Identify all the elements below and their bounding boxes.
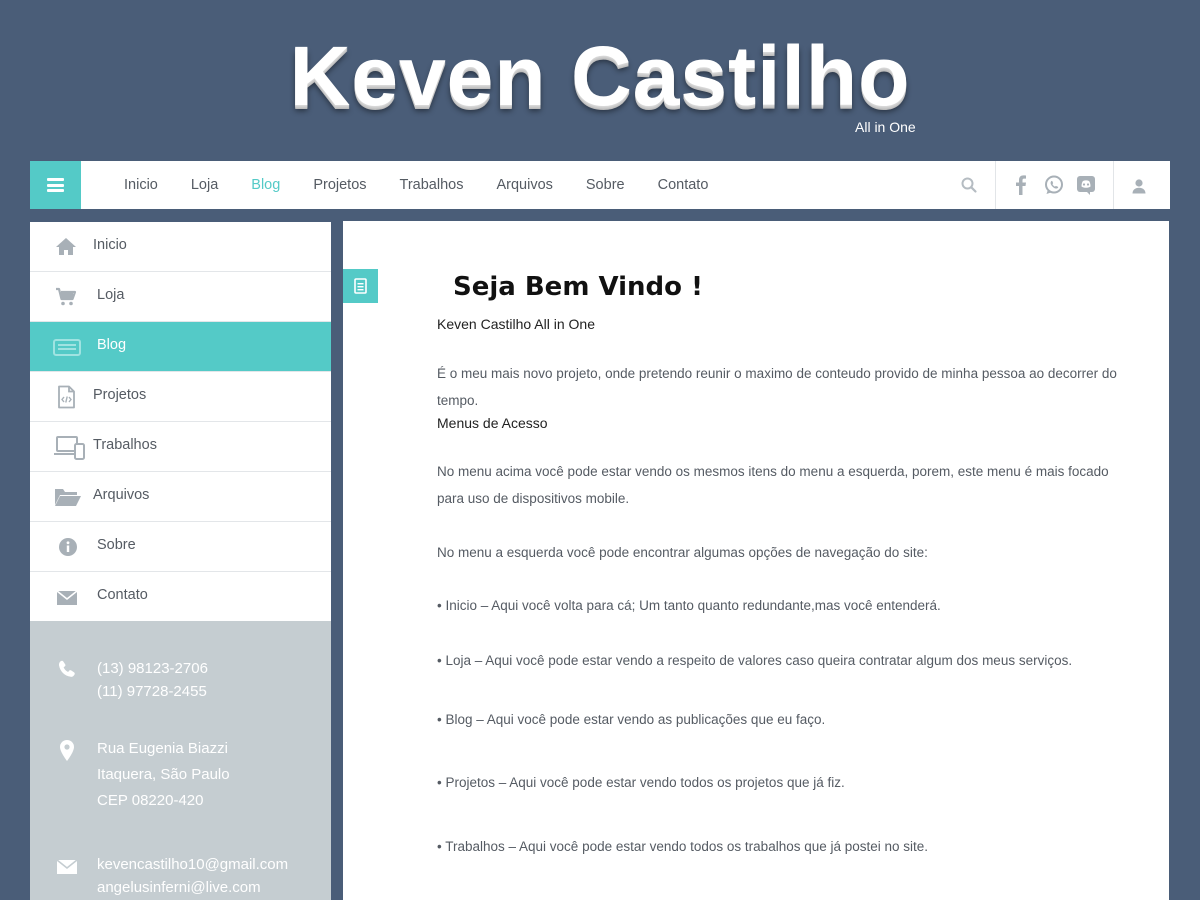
sidebar-contact-info: (13) 98123-2706 (11) 97728-2455 Rua Euge… — [30, 621, 331, 900]
top-nav-link-trabalhos[interactable]: Trabalhos — [400, 177, 464, 193]
document-icon — [354, 278, 367, 294]
search-icon[interactable] — [960, 176, 978, 194]
top-nav-link-loja[interactable]: Loja — [191, 177, 218, 193]
address-street: Rua Eugenia Biazzi — [97, 740, 228, 757]
folder-icon — [54, 485, 82, 509]
top-nav-link-inicio[interactable]: Inicio — [124, 177, 158, 193]
sidebar: Inicio Loja Blog Projetos Trabalhos Arqu… — [30, 222, 331, 900]
phone-number[interactable]: (13) 98123-2706 — [97, 657, 208, 680]
left-menu-text: No menu a esquerda você pode encontrar a… — [437, 545, 928, 560]
mail-icon — [56, 856, 78, 878]
discord-icon[interactable] — [1075, 174, 1097, 196]
address-cep: CEP 08220-420 — [97, 792, 204, 809]
blog-icon — [52, 335, 82, 359]
location-pin-icon — [56, 739, 78, 761]
list-item: • Blog – Aqui você pode estar vendo as p… — [437, 712, 826, 727]
sidebar-item-label: Arquivos — [93, 487, 150, 503]
facebook-icon[interactable] — [1010, 174, 1032, 196]
nav-divider — [1113, 161, 1114, 209]
list-item: • Projetos – Aqui você pode estar vendo … — [437, 775, 845, 790]
sidebar-item-arquivos[interactable]: Arquivos — [30, 472, 331, 522]
main-content: Seja Bem Vindo ! Keven Castilho All in O… — [343, 221, 1169, 900]
post-format-badge — [343, 269, 378, 303]
sidebar-item-contato[interactable]: Contato — [30, 572, 331, 622]
section-heading: Menus de Acesso — [437, 415, 548, 431]
site-title[interactable]: Keven Castilho — [0, 28, 1200, 125]
sidebar-item-sobre[interactable]: Sobre — [30, 522, 331, 572]
whatsapp-icon[interactable] — [1043, 174, 1065, 196]
list-item: • Trabalhos – Aqui você pode estar vendo… — [437, 839, 929, 854]
site-header: Keven Castilho All in One — [0, 0, 1200, 150]
sidebar-item-label: Inicio — [93, 237, 127, 253]
top-navigation: Inicio Loja Blog Projetos Trabalhos Arqu… — [30, 161, 1170, 209]
top-nav-link-projetos[interactable]: Projetos — [313, 177, 366, 193]
site-subtitle: All in One — [855, 119, 916, 135]
top-nav-link-sobre[interactable]: Sobre — [586, 177, 625, 193]
mail-icon — [54, 585, 78, 609]
post-heading: Keven Castilho All in One — [437, 316, 595, 332]
sidebar-item-blog[interactable]: Blog — [30, 322, 331, 372]
phone-lines: (13) 98123-2706 (11) 97728-2455 — [97, 657, 208, 703]
email-link[interactable]: angelusinferni@live.com — [97, 876, 288, 899]
email-lines: kevencastilho10@gmail.com angelusinferni… — [97, 853, 288, 899]
info-icon — [54, 535, 78, 559]
email-link[interactable]: kevencastilho10@gmail.com — [97, 853, 288, 876]
devices-icon — [54, 435, 86, 460]
phone-number[interactable]: (11) 97728-2455 — [97, 680, 208, 703]
sidebar-item-label: Contato — [97, 587, 148, 603]
top-nav-link-blog[interactable]: Blog — [251, 177, 280, 193]
sidebar-item-loja[interactable]: Loja — [30, 272, 331, 322]
home-icon — [54, 235, 78, 259]
code-file-icon — [54, 385, 78, 409]
user-icon[interactable] — [1130, 177, 1148, 195]
address-city: Itaquera, São Paulo — [97, 766, 230, 783]
sidebar-item-inicio[interactable]: Inicio — [30, 222, 331, 272]
list-item: • Loja – Aqui você pode estar vendo a re… — [437, 653, 1073, 668]
menus-text: No menu acima você pode estar vendo os m… — [437, 464, 1109, 506]
phone-icon — [56, 659, 78, 681]
sidebar-item-projetos[interactable]: Projetos — [30, 372, 331, 422]
sidebar-item-label: Sobre — [97, 537, 136, 553]
sidebar-item-label: Loja — [97, 287, 125, 303]
post-title[interactable]: Seja Bem Vindo ! — [453, 272, 703, 302]
menu-toggle-button[interactable] — [30, 161, 81, 209]
top-nav-link-arquivos[interactable]: Arquivos — [496, 177, 552, 193]
list-item: • Inicio – Aqui você volta para cá; Um t… — [437, 598, 941, 613]
top-nav-links: Inicio Loja Blog Projetos Trabalhos Arqu… — [124, 161, 741, 209]
nav-divider — [995, 161, 996, 209]
top-nav-link-contato[interactable]: Contato — [658, 177, 709, 193]
hamburger-icon — [47, 178, 64, 192]
sidebar-item-label: Blog — [97, 337, 127, 353]
address-lines: Rua Eugenia Biazzi Itaquera, São Paulo C… — [97, 736, 230, 814]
post-intro: É o meu mais novo projeto, onde pretendo… — [437, 366, 1117, 408]
cart-icon — [54, 285, 78, 309]
sidebar-item-label: Trabalhos — [93, 437, 157, 453]
sidebar-item-label: Projetos — [93, 387, 147, 403]
sidebar-item-trabalhos[interactable]: Trabalhos — [30, 422, 331, 472]
